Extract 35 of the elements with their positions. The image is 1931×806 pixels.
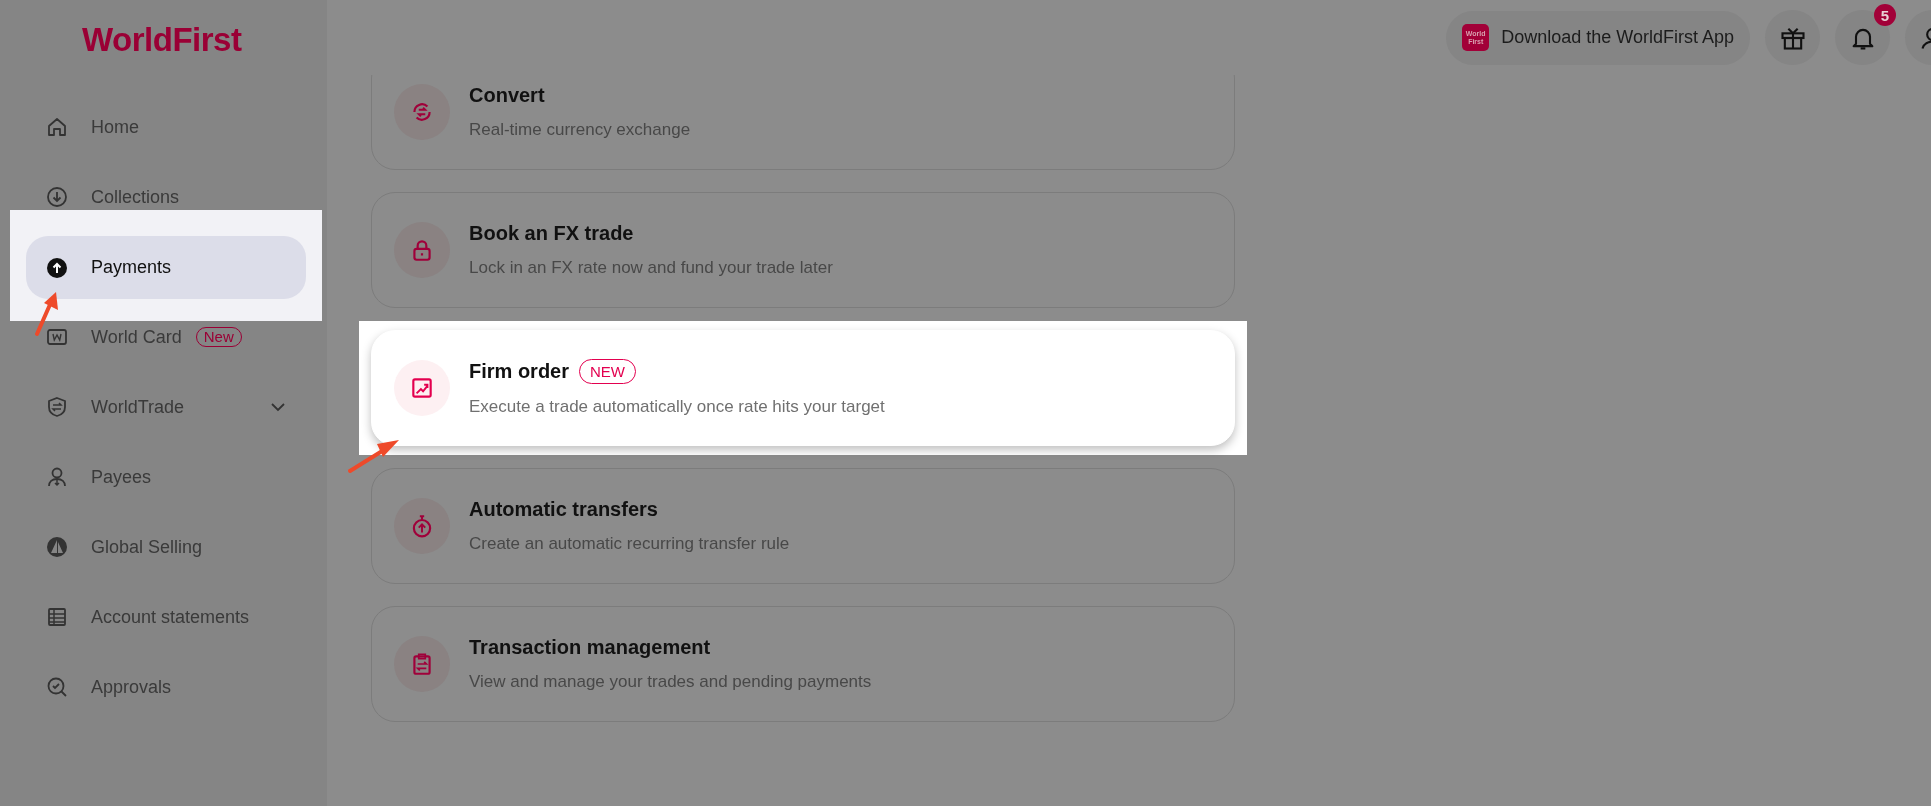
search-check-icon (45, 675, 69, 699)
download-icon (45, 185, 69, 209)
card-title: Transaction management (469, 636, 711, 659)
nav-item[interactable]: Payments (26, 236, 306, 299)
nav-item[interactable]: Global Selling (26, 534, 306, 560)
nav-item[interactable]: Payees (26, 464, 306, 490)
option-card[interactable]: Automatic transfers Create an automatic recurring transfer rule (371, 468, 1235, 584)
nav-item[interactable]: WorldTrade (26, 394, 306, 420)
nav-item[interactable]: Collections (26, 184, 306, 210)
notification-count: 5 (1874, 4, 1896, 26)
chart-icon (409, 375, 435, 401)
option-card[interactable]: Firm order NEW Execute a trade automatically once rate hits your target (371, 330, 1235, 446)
logo[interactable]: WorldFirst (82, 22, 242, 58)
card-title: Convert (469, 84, 545, 107)
card-description: View and manage your trades and pending payments (469, 672, 872, 692)
card-description: Execute a trade automatically once rate hits your target (469, 397, 885, 417)
card-title: Firm order (469, 360, 570, 383)
person-icon (45, 465, 69, 489)
nav-item[interactable]: Approvals (26, 674, 306, 700)
card-description: Real-time currency exchange (469, 120, 691, 140)
card-description: Lock in an FX rate now and fund your trade later (469, 258, 833, 278)
card-title: Book an FX trade (469, 222, 634, 245)
option-card[interactable]: Book an FX trade Lock in an FX rate now and fund your trade later (371, 192, 1235, 308)
nav-item[interactable]: Home (26, 114, 306, 140)
upload-icon (45, 255, 69, 280)
table-icon (45, 605, 69, 629)
nav-item[interactable]: Account statements (26, 604, 306, 630)
shield-icon (45, 395, 69, 419)
card-title: Automatic transfers (469, 498, 658, 521)
card-description: Create an automatic recurring transfer rule (469, 534, 790, 554)
option-card[interactable]: Transaction management View and manage your trades and pending payments (371, 606, 1235, 722)
nav-item[interactable]: World Card New (26, 324, 306, 350)
home-icon (45, 115, 69, 139)
sailboat-icon (45, 535, 69, 559)
option-card[interactable]: Convert Real-time currency exchange (371, 75, 1235, 170)
